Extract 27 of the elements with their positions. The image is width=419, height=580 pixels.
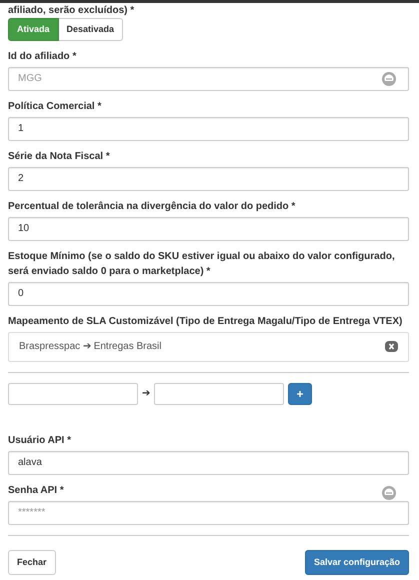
input-field[interactable]: MGG [8,66,409,91]
field-label: Série da Nota Fiscal * [8,150,110,164]
field-label: Mapeamento de SLA Customizável (Tipo de Entrega Magalu/Tipo de Entrega VTEX) [8,314,404,329]
input-field[interactable]: 10 [8,216,409,241]
save-button[interactable]: Salvar configuração [304,550,409,576]
input-field[interactable]: 2 [8,166,409,191]
mapping-text: Braspresspac ➔ Entregas Brasil [19,340,162,354]
input-field[interactable]: alava [8,450,409,475]
field-label: Id do afiliado * [8,50,76,64]
field-label: Estoque Mínimo (se o saldo do SKU estiver igual ou abaixo do valor configurado, será enviado saldo 0 para o marketplace) * [8,250,396,279]
field-label: afiliado, serão excluídos) * [8,4,136,18]
input-field[interactable]: 0 [8,282,409,306]
field-label: Política Comercial * [8,100,102,114]
remove-icon[interactable] [385,341,398,352]
password-manager-icon[interactable] [381,70,397,87]
close-button[interactable]: Fechar [8,550,56,576]
password-field[interactable]: ******* [8,500,409,525]
input-field[interactable]: 1 [8,116,409,141]
password-manager-icon[interactable] [381,484,397,501]
input-field[interactable] [8,382,138,405]
field-label: Percentual de tolerância na divergência do valor do pedido * [8,200,296,214]
field-label: Usuário API * [8,434,71,448]
arrow-text: ➔ [141,387,151,402]
add-button[interactable]: + [288,382,312,405]
input-field[interactable] [154,382,284,405]
toggle-option[interactable]: Desativada [58,18,124,41]
field-label: Senha API * [8,484,64,498]
